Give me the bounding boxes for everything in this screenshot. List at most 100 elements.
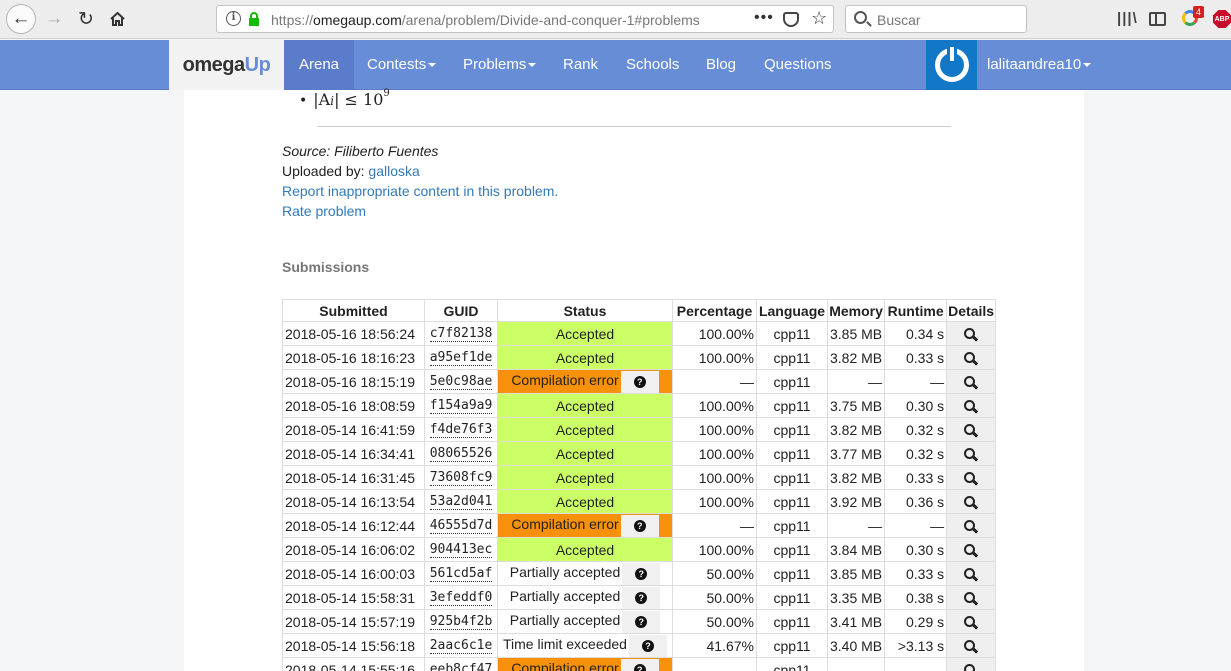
constraint-formula: • |Ai| ≤ 109: [299, 88, 390, 109]
zoom-in-icon: [964, 543, 978, 558]
bookmark-star-icon[interactable]: ☆: [811, 8, 827, 29]
guid-value[interactable]: 3efeddf0: [429, 590, 493, 606]
nav-questions[interactable]: Questions: [749, 40, 847, 90]
guid-value[interactable]: eeb8cf47: [429, 662, 493, 671]
details-button[interactable]: [946, 345, 997, 370]
details-button[interactable]: [946, 633, 997, 658]
cell-status: Accepted: [497, 489, 673, 514]
cell-guid: 08065526: [424, 441, 498, 466]
omegaup-logo[interactable]: omega Up: [169, 40, 284, 90]
cell-runtime: —: [884, 369, 948, 394]
address-bar[interactable]: i https://omegaup.com/arena/problem/Divi…: [216, 5, 834, 33]
nav-rank[interactable]: Rank: [548, 40, 613, 90]
reload-button[interactable]: ↻: [72, 5, 100, 33]
guid-value[interactable]: 46555d7d: [429, 518, 493, 534]
nav-arena[interactable]: Arena: [284, 40, 355, 90]
details-button[interactable]: [946, 369, 997, 394]
status-help-button[interactable]: ?: [620, 658, 659, 671]
details-button[interactable]: [946, 561, 997, 586]
cell-status: Accepted: [497, 393, 673, 418]
adblock-icon[interactable]: ABP: [1213, 10, 1231, 28]
uploader-link[interactable]: galloska: [368, 163, 419, 179]
details-button[interactable]: [946, 393, 997, 418]
details-button[interactable]: [946, 465, 997, 490]
details-button[interactable]: [946, 513, 997, 538]
details-button[interactable]: [946, 441, 997, 466]
uploaded-by: Uploaded by: galloska: [282, 163, 420, 179]
table-row: 2018-05-14 15:56:18 2aac6c1e Time limit ex…: [282, 633, 997, 658]
cell-runtime: 0.33 s: [884, 345, 948, 370]
status-help-button[interactable]: ?: [622, 610, 661, 633]
guid-value[interactable]: f154a9a9: [429, 398, 493, 414]
guid-value[interactable]: 5e0c98ae: [429, 374, 493, 390]
user-menu[interactable]: lalitaandrea10: [972, 40, 1106, 90]
guid-value[interactable]: 904413ec: [429, 542, 493, 558]
submissions-table: Submitted GUID Status Percentage Languag…: [282, 299, 997, 671]
cell-submitted: 2018-05-14 16:34:41: [282, 441, 425, 466]
table-row: 2018-05-16 18:08:59 f154a9a9 Accepted 100.0…: [282, 393, 997, 418]
cell-guid: 3efeddf0: [424, 585, 498, 610]
arrow-left-icon: ←: [11, 8, 31, 29]
cell-status: Accepted: [497, 345, 673, 370]
details-button[interactable]: [946, 609, 997, 634]
guid-value[interactable]: a95ef1de: [429, 350, 493, 366]
search-input[interactable]: Buscar: [845, 5, 1027, 33]
cell-percentage: 100.00%: [672, 489, 757, 514]
avatar[interactable]: [926, 40, 977, 90]
zoom-in-icon: [964, 567, 978, 582]
back-button[interactable]: ←: [6, 4, 36, 34]
table-row: 2018-05-14 16:12:44 46555d7d Compilation e…: [282, 513, 997, 538]
guid-value[interactable]: 73608fc9: [429, 470, 493, 486]
pocket-icon[interactable]: [783, 12, 799, 27]
guid-value[interactable]: c7f82138: [429, 326, 493, 342]
nav-schools[interactable]: Schools: [611, 40, 694, 90]
details-button[interactable]: [946, 489, 997, 514]
details-button[interactable]: [946, 321, 997, 346]
guid-value[interactable]: 53a2d041: [429, 494, 493, 510]
status-label: Accepted: [555, 325, 615, 342]
cell-memory: —: [826, 513, 886, 538]
cell-memory: —: [826, 657, 886, 671]
guid-value[interactable]: f4de76f3: [429, 422, 493, 438]
cell-language: cpp11: [756, 561, 828, 586]
details-button[interactable]: [946, 585, 997, 610]
details-button[interactable]: [946, 417, 997, 442]
guid-value[interactable]: 925b4f2b: [429, 614, 493, 630]
cell-memory: 3.77 MB: [826, 441, 886, 466]
status-help-button[interactable]: ?: [620, 514, 659, 537]
details-button[interactable]: [946, 537, 997, 562]
table-row: 2018-05-14 16:13:54 53a2d041 Accepted 100.0…: [282, 489, 997, 514]
cell-status: Accepted: [497, 417, 673, 442]
status-help-button[interactable]: ?: [620, 370, 659, 393]
cell-runtime: 0.29 s: [884, 609, 948, 634]
zoom-in-icon: [964, 639, 978, 654]
status-help-button[interactable]: ?: [622, 562, 661, 585]
guid-value[interactable]: 561cd5af: [429, 566, 493, 582]
nav-contests[interactable]: Contests: [352, 40, 451, 90]
cell-memory: 3.82 MB: [826, 417, 886, 442]
info-icon[interactable]: i: [226, 11, 241, 26]
rate-problem-link[interactable]: Rate problem: [282, 203, 366, 219]
table-row: 2018-05-16 18:15:19 5e0c98ae Compilation e…: [282, 369, 997, 394]
cell-language: cpp11: [756, 465, 828, 490]
status-label: Accepted: [555, 493, 615, 510]
library-icon[interactable]: |||\: [1117, 10, 1138, 27]
details-button[interactable]: [946, 657, 997, 671]
status-help-button[interactable]: ?: [628, 634, 667, 657]
cell-language: cpp11: [756, 441, 828, 466]
url-text: https://omegaup.com/arena/problem/Divide…: [271, 12, 700, 28]
sidebar-icon[interactable]: [1149, 12, 1166, 26]
forward-button[interactable]: →: [40, 5, 68, 33]
page-actions-icon[interactable]: •••: [754, 9, 774, 27]
status-help-button[interactable]: ?: [622, 586, 661, 609]
table-row: 2018-05-14 15:57:19 925b4f2b Partially acc…: [282, 609, 997, 634]
guid-value[interactable]: 08065526: [429, 446, 493, 462]
site-navbar: omega Up Arena Contests Problems Rank Sch…: [0, 40, 1231, 90]
guid-value[interactable]: 2aac6c1e: [429, 638, 493, 654]
nav-blog[interactable]: Blog: [691, 40, 751, 90]
home-button[interactable]: [103, 5, 131, 33]
table-row: 2018-05-14 16:06:02 904413ec Accepted 100.0…: [282, 537, 997, 562]
nav-problems[interactable]: Problems: [448, 40, 551, 90]
cell-runtime: —: [884, 513, 948, 538]
report-link[interactable]: Report inappropriate content in this pro…: [282, 183, 558, 199]
